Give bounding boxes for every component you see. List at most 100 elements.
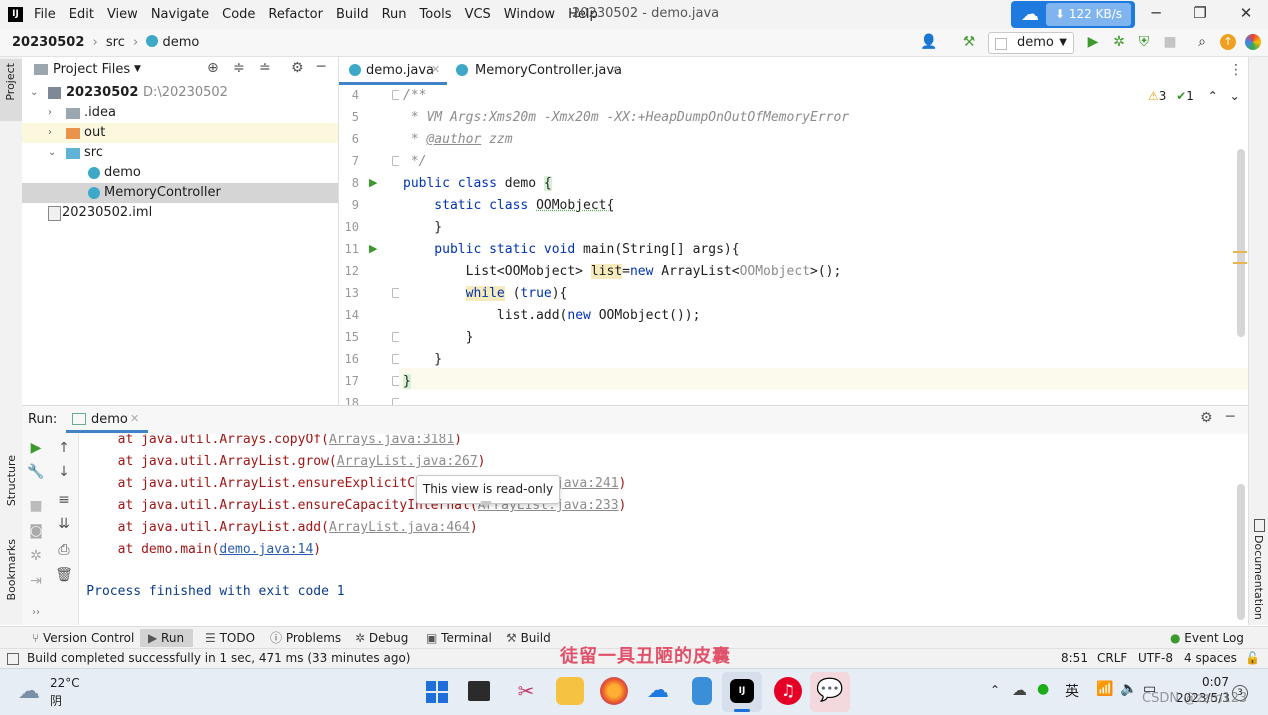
expand-all-icon[interactable]: ≑	[233, 60, 245, 76]
ime-indicator[interactable]: 英	[1065, 681, 1079, 701]
tool-build[interactable]: ⚒ Build	[506, 629, 551, 647]
gear-icon[interactable]: ⚙	[291, 60, 304, 76]
warning-stripe[interactable]	[1233, 251, 1247, 253]
wrench-icon[interactable]: 🔧	[27, 463, 45, 481]
tree-item-memorycontroller[interactable]: MemoryController	[22, 183, 338, 203]
status-square-icon[interactable]	[7, 653, 19, 665]
net-speed-widget[interactable]: ☁ ⬇ 122 KB/s	[1011, 1, 1135, 28]
more-icon[interactable]: ⋮	[1229, 62, 1243, 78]
scroll-end-icon[interactable]: ⇊	[55, 515, 73, 533]
run-config-select[interactable]: demo ▼	[988, 32, 1074, 54]
windows-start-icon[interactable]	[426, 681, 448, 703]
file-encoding[interactable]: UTF-8	[1138, 651, 1173, 665]
netease-music-icon[interactable]: ♫	[774, 677, 802, 705]
up-arrow-icon[interactable]: ↑	[55, 439, 73, 457]
lock-icon[interactable]: 🔓	[1245, 651, 1260, 665]
search-icon[interactable]: ⌕	[1193, 33, 1211, 51]
source-link[interactable]: ArrayList.java:267	[337, 454, 478, 469]
wechat-icon[interactable]: 💬	[816, 677, 844, 705]
tool-debug[interactable]: ✲ Debug	[355, 629, 408, 647]
caret-position[interactable]: 8:51	[1061, 651, 1088, 665]
close-button[interactable]: ✕	[1226, 4, 1266, 26]
editor-scrollbar[interactable]	[1237, 149, 1245, 337]
clock-time[interactable]: 0:07	[1202, 675, 1229, 689]
locate-icon[interactable]: ⊕	[207, 60, 219, 76]
tree-item-src[interactable]: ⌄ src	[22, 143, 338, 163]
chevron-down-icon[interactable]: ⌄	[1230, 89, 1240, 103]
more-icon[interactable]: ››	[27, 604, 45, 622]
menu-run[interactable]: Run	[382, 7, 407, 22]
event-log[interactable]: ● Event Log	[1170, 629, 1244, 647]
coverage-icon[interactable]: ⛨	[1135, 33, 1153, 51]
tab-memorycontroller-java[interactable]: MemoryController.java ✕	[448, 57, 628, 85]
indent-setting[interactable]: 4 spaces	[1184, 651, 1237, 665]
tool-version-control[interactable]: ⑂ Version Control	[32, 629, 134, 647]
camera-icon[interactable]: ◙	[27, 522, 45, 540]
chevron-up-icon[interactable]: ⌃	[990, 683, 1000, 697]
console-scrollbar[interactable]	[1237, 484, 1245, 620]
tool-problems[interactable]: ⓘ Problems	[270, 629, 341, 647]
snipping-tool-icon[interactable]: ✂	[512, 677, 540, 705]
soft-wrap-icon[interactable]: ≡	[55, 491, 73, 509]
run-icon[interactable]: ▶	[1084, 33, 1102, 51]
update-icon[interactable]: ↑	[1220, 34, 1236, 50]
volume-icon[interactable]: 🔈	[1120, 681, 1137, 697]
menu-window[interactable]: Window	[504, 7, 555, 22]
source-link[interactable]: Arrays.java:3181	[329, 434, 454, 447]
close-icon[interactable]: ✕	[611, 63, 620, 76]
tree-item-20230502[interactable]: ⌄ 20230502 D:\20230502	[22, 83, 338, 103]
menu-edit[interactable]: Edit	[69, 7, 94, 22]
warning-stripe[interactable]	[1233, 262, 1247, 264]
documentation-tab[interactable]: Documentation	[1252, 535, 1265, 620]
menu-build[interactable]: Build	[336, 7, 369, 22]
tab-demo-java[interactable]: demo.java ✕	[339, 57, 447, 85]
tree-item-idea[interactable]: › .idea	[22, 103, 338, 123]
wechat-tray-icon[interactable]: ●	[1037, 681, 1049, 697]
minimize-button[interactable]: ─	[1136, 4, 1176, 26]
chevron-down-icon[interactable]: ⌄	[30, 83, 38, 103]
down-arrow-icon[interactable]: ↓	[55, 463, 73, 481]
project-tool-tab[interactable]: Project	[0, 59, 22, 121]
maximize-button[interactable]: ❐	[1180, 4, 1220, 26]
menu-file[interactable]: File	[34, 7, 56, 22]
baidu-netdisk-icon[interactable]: ☁	[644, 677, 672, 705]
run-gutter-icon[interactable]: ▶	[369, 176, 377, 189]
cloud-tray-icon[interactable]: ☁	[1012, 681, 1027, 699]
chevron-down-icon[interactable]: ▼	[134, 64, 141, 74]
tree-item-demo[interactable]: demo	[22, 163, 338, 183]
breadcrumb-demo[interactable]: demo	[162, 35, 199, 50]
console-output[interactable]: at java.util.Arrays.copyOf(Arrays.java:3…	[79, 434, 1248, 625]
tree-item-20230502iml[interactable]: 20230502.iml	[22, 203, 338, 223]
tool-run[interactable]: ▶ Run	[140, 629, 193, 647]
close-icon[interactable]: ✕	[130, 412, 139, 425]
rerun-icon[interactable]: ▶	[27, 439, 45, 457]
run-gutter-icon[interactable]: ▶	[369, 242, 377, 255]
notepad-icon[interactable]	[692, 677, 712, 705]
line-separator[interactable]: CRLF	[1097, 651, 1127, 665]
menu-refactor[interactable]: Refactor	[268, 7, 323, 22]
user-icon[interactable]: 👤	[920, 33, 938, 51]
source-link[interactable]: ArrayList.java:464	[329, 520, 470, 535]
file-explorer-icon[interactable]	[556, 677, 584, 705]
menu-navigate[interactable]: Navigate	[151, 7, 209, 22]
bookmarks-tab[interactable]: Bookmarks	[5, 539, 18, 600]
menu-vcs[interactable]: VCS	[465, 7, 491, 22]
run-tab-demo[interactable]: demo ✕	[66, 406, 148, 433]
structure-tab[interactable]: Structure	[5, 455, 18, 506]
tree-item-out[interactable]: › out	[22, 123, 338, 143]
source-link[interactable]: demo.java:14	[219, 542, 313, 557]
plugin-logo-icon[interactable]	[1245, 34, 1261, 50]
chevron-right-icon[interactable]: ›	[48, 123, 52, 143]
breadcrumb-src[interactable]: src	[106, 35, 125, 50]
firefox-icon[interactable]	[600, 677, 628, 705]
chevron-up-icon[interactable]: ⌃	[1208, 89, 1218, 103]
hide-icon[interactable]: ─	[1226, 409, 1234, 425]
exit-icon[interactable]: ⇥	[27, 572, 45, 590]
code-editor[interactable]: ⚠3 ✔1 ⌃ ⌄ /** * VM Args:Xms20m -Xmx20m -…	[399, 85, 1248, 405]
tool-terminal[interactable]: ▣ Terminal	[426, 629, 492, 647]
stop-icon[interactable]: ■	[1161, 33, 1179, 51]
trash-icon[interactable]: 🗑	[55, 566, 73, 584]
collapse-all-icon[interactable]: ≐	[259, 60, 271, 76]
stop-icon[interactable]: ■	[27, 497, 45, 515]
inspection-widget[interactable]: ⚠3 ✔1 ⌃ ⌄	[1148, 89, 1240, 103]
